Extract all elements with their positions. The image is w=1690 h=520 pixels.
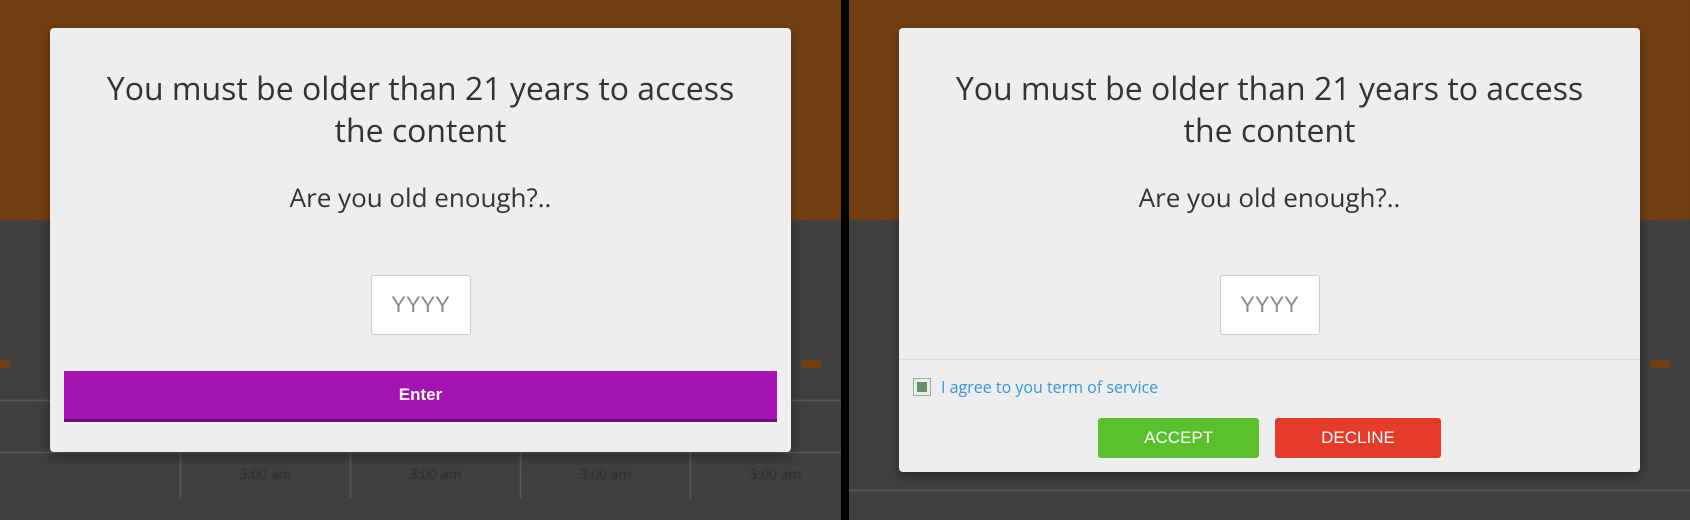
tos-row: I agree to you term of service — [913, 376, 1626, 398]
tos-link[interactable]: I agree to you term of service — [941, 376, 1158, 398]
button-row: ACCEPT DECLINE — [913, 418, 1626, 458]
year-input-wrap — [899, 275, 1640, 335]
year-input[interactable] — [371, 275, 471, 335]
modal-title: You must be older than 21 years to acces… — [899, 68, 1640, 151]
year-input[interactable] — [1220, 275, 1320, 335]
checkbox-checked-icon — [917, 382, 927, 392]
age-gate-modal-left: You must be older than 21 years to acces… — [50, 28, 791, 452]
decline-button[interactable]: DECLINE — [1275, 418, 1441, 458]
left-pane: 3:00 am 3:00 am 3:00 am 3:00 am You must… — [0, 0, 845, 520]
modal-subtitle: Are you old enough?.. — [50, 179, 791, 215]
accept-button[interactable]: ACCEPT — [1098, 418, 1259, 458]
modal-title: You must be older than 21 years to acces… — [50, 68, 791, 151]
enter-button[interactable]: Enter — [64, 371, 777, 422]
year-input-wrap — [50, 275, 791, 335]
right-pane: You must be older than 21 years to acces… — [845, 0, 1690, 520]
modal-subtitle: Are you old enough?.. — [899, 179, 1640, 215]
tos-checkbox[interactable] — [913, 378, 931, 396]
modal-footer: I agree to you term of service ACCEPT DE… — [899, 359, 1640, 478]
age-gate-modal-right: You must be older than 21 years to acces… — [899, 28, 1640, 472]
